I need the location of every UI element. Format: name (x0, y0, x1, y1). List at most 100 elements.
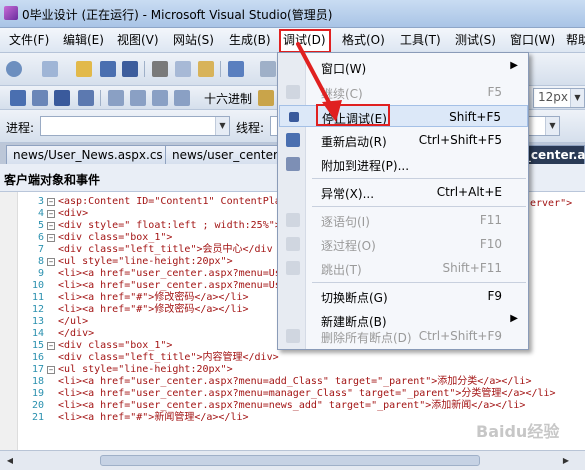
fold-toggle-icon[interactable]: − (47, 342, 55, 350)
process-label: 进程: (6, 121, 35, 135)
step-over-icon[interactable] (152, 90, 168, 106)
menu-file[interactable]: 文件(F) (6, 31, 52, 50)
debug-menu-toggle-breakpoint[interactable]: 切换断点(G) F9 (279, 285, 528, 307)
debug-menu-restart[interactable]: 重新启动(R) Ctrl+Shift+F5 (279, 129, 528, 151)
line-number: 20 (31, 400, 44, 411)
submenu-arrow-icon: ▶ (510, 313, 518, 324)
line-number: 17 (31, 364, 44, 375)
pause-icon[interactable] (32, 90, 48, 106)
line-number: 6 (37, 232, 44, 243)
tab-user-news-cs[interactable]: news/User_News.aspx.cs (6, 145, 170, 164)
new-project-icon[interactable] (6, 61, 22, 77)
menu-test[interactable]: 测试(S) (452, 31, 499, 50)
step-over-icon (286, 237, 300, 251)
toolbar-separator (100, 90, 101, 106)
code-text: <div class="left_title">内容管理</div> (58, 352, 279, 363)
cut-icon[interactable] (152, 61, 168, 77)
step-out-icon (286, 261, 300, 275)
paste-icon[interactable] (198, 61, 214, 77)
fold-toggle-icon[interactable]: − (47, 198, 55, 206)
stop-icon[interactable] (54, 90, 70, 106)
restart-icon (286, 133, 300, 147)
chevron-down-icon: ▼ (570, 89, 584, 107)
menu-website[interactable]: 网站(S) (170, 31, 217, 50)
annotation-arrow-icon (296, 42, 342, 122)
line-number: 15 (31, 340, 44, 351)
menu-tools[interactable]: 工具(T) (397, 31, 444, 50)
fold-toggle-icon[interactable]: − (47, 234, 55, 242)
debug-menu-step-out[interactable]: 跳出(T) Shift+F11 (279, 257, 528, 279)
code-text: <li><a href="user_center.aspx?menu=Us (58, 268, 281, 279)
code-text: <div class="left_title">会员中心</div (58, 244, 273, 255)
line-number: 8 (37, 256, 44, 267)
process-select[interactable]: ▼ (40, 116, 230, 136)
chevron-down-icon: ▼ (545, 117, 559, 135)
menu-separator (312, 178, 526, 179)
code-line[interactable]: 16 <div class="left_title">内容管理</div> (0, 352, 585, 364)
code-text: <li><a href="#">修改密码</a></li> (58, 292, 249, 303)
add-item-icon[interactable] (42, 61, 58, 77)
code-text: </ul> (58, 316, 89, 327)
step-into-icon (286, 213, 300, 227)
code-line[interactable]: 18 <li><a href="user_center.aspx?menu=add… (0, 376, 585, 388)
line-number: 7 (37, 244, 44, 255)
submenu-arrow-icon: ▶ (510, 60, 518, 71)
debug-menu-exceptions[interactable]: 异常(X)... Ctrl+Alt+E (279, 181, 528, 203)
code-text: <li><a href="#">修改密码</a></li> (58, 304, 249, 315)
restart-icon[interactable] (78, 90, 94, 106)
code-text: </div> (58, 328, 95, 339)
toolbar-separator (220, 61, 221, 77)
code-text: <div class="box_1"> (58, 340, 173, 351)
open-folder-icon[interactable] (76, 61, 92, 77)
scroll-right-icon[interactable]: ▶ (560, 455, 572, 467)
redo-icon[interactable] (260, 61, 276, 77)
menu-build[interactable]: 生成(B) (226, 31, 274, 50)
debug-menu-attach-process[interactable]: 附加到进程(P)... (279, 153, 528, 175)
line-number: 3 (37, 196, 44, 207)
copy-icon[interactable] (175, 61, 191, 77)
fold-toggle-icon[interactable]: − (47, 210, 55, 218)
line-number: 19 (31, 388, 44, 399)
code-overflow-text: erver"> (530, 198, 573, 209)
chevron-down-icon: ▼ (215, 117, 229, 135)
code-line[interactable]: 19 <li><a href="user_center.aspx?menu=man… (0, 388, 585, 400)
scroll-left-icon[interactable]: ◀ (4, 455, 16, 467)
undo-icon[interactable] (228, 61, 244, 77)
code-line[interactable]: 17− <ul style="line-height:20px"> (0, 364, 585, 376)
debug-menu-step-over[interactable]: 逐过程(O) F10 (279, 233, 528, 255)
line-number: 12 (31, 304, 44, 315)
menu-window[interactable]: 窗口(W) (507, 31, 558, 50)
menu-help[interactable]: 帮助 (563, 31, 585, 50)
horizontal-scrollbar[interactable]: ◀ ▶ (0, 450, 585, 470)
code-text: <div> (58, 208, 89, 219)
menu-view[interactable]: 视图(V) (114, 31, 162, 50)
scroll-thumb[interactable] (100, 455, 480, 466)
breakpoint-window-icon[interactable] (258, 90, 274, 106)
hex-display-toggle[interactable]: 十六进制 (204, 90, 252, 107)
fold-toggle-icon[interactable]: − (47, 258, 55, 266)
menu-edit[interactable]: 编辑(E) (60, 31, 107, 50)
code-text: <li><a href="user_center.aspx?menu=add_C… (58, 376, 532, 387)
save-icon[interactable] (100, 61, 116, 77)
visual-studio-icon (4, 6, 18, 20)
line-number: 13 (31, 316, 44, 327)
line-number: 4 (37, 208, 44, 219)
line-number: 14 (31, 328, 44, 339)
fold-toggle-icon[interactable]: − (47, 222, 55, 230)
toolbar-separator (144, 61, 145, 77)
thread-label: 线程: (236, 121, 265, 135)
debug-menu-step-into[interactable]: 逐语句(I) F11 (279, 209, 528, 231)
fold-toggle-icon[interactable]: − (47, 366, 55, 374)
save-all-icon[interactable] (122, 61, 138, 77)
tab-user-center[interactable]: news/user_center. (165, 145, 288, 164)
debug-menu-delete-all-breakpoints[interactable]: 删除所有断点(D) Ctrl+Shift+F9 (279, 325, 528, 347)
font-size-select[interactable]: 12px ▼ (533, 88, 585, 108)
code-text: <li><a href="user_center.aspx?menu=news_… (58, 400, 526, 411)
code-line[interactable]: 20 <li><a href="user_center.aspx?menu=new… (0, 400, 585, 412)
delete-breakpoints-icon (286, 329, 300, 343)
step-into-icon[interactable] (130, 90, 146, 106)
step-out-icon[interactable] (174, 90, 190, 106)
code-text: <div class="box_1"> (58, 232, 173, 243)
start-debug-icon[interactable] (10, 90, 26, 106)
show-next-statement-icon[interactable] (108, 90, 124, 106)
